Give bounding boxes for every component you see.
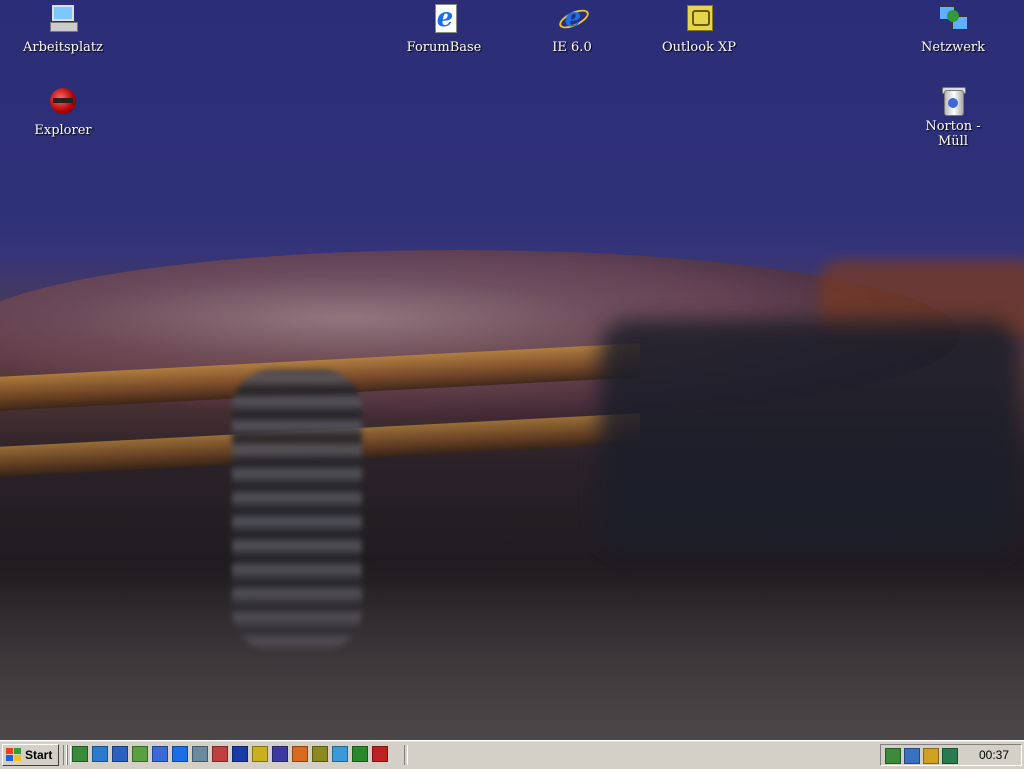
windows-logo-icon [6, 748, 22, 762]
shield-icon[interactable] [132, 746, 148, 762]
wallpaper-detail [600, 320, 1020, 550]
update-icon[interactable] [885, 748, 901, 764]
internet-explorer-icon: e [556, 2, 592, 34]
system-tray: 00:37 [880, 744, 1022, 766]
desktop-icon-arbeitsplatz[interactable]: Arbeitsplatz [18, 2, 108, 55]
start-label: Start [25, 748, 53, 762]
desktop-icon-label: Arbeitsplatz [23, 40, 103, 55]
desktop-icon-label: Netzwerk [920, 40, 986, 55]
desktop-wallpaper: Arbeitsplatz e ForumBase e IE 6.0 Outloo… [0, 0, 1024, 740]
desktop-icon-norton-muell[interactable]: Norton - Müll [908, 85, 998, 149]
tool-icon[interactable] [292, 746, 308, 762]
desktop-icon-explorer[interactable]: Explorer [18, 85, 108, 138]
desktop-icon-label: IE 6.0 [552, 40, 592, 55]
desktop-icon-label: ForumBase [406, 40, 482, 55]
game-icon[interactable] [372, 746, 388, 762]
notepad-icon[interactable] [152, 746, 168, 762]
explorer-icon [47, 85, 79, 117]
globe-icon[interactable] [92, 746, 108, 762]
search-icon[interactable] [312, 746, 328, 762]
monitor-icon[interactable] [904, 748, 920, 764]
clover-icon[interactable] [352, 746, 368, 762]
messenger-icon[interactable] [332, 746, 348, 762]
network-globe-icon[interactable] [942, 748, 958, 764]
wallpaper-haze [0, 560, 1024, 740]
taskbar-separator [404, 745, 408, 765]
internet-explorer-icon[interactable] [172, 746, 188, 762]
network-tool-icon[interactable] [192, 746, 208, 762]
clock[interactable]: 00:37 [979, 748, 1009, 762]
quick-launch-bar [72, 746, 388, 764]
show-desktop-icon[interactable] [72, 746, 88, 762]
taskbar: Start 00:37 [0, 740, 1024, 769]
desktop-icon-label: Norton - Müll [925, 119, 981, 149]
my-computer-icon [47, 2, 79, 34]
media-icon[interactable] [272, 746, 288, 762]
network-icon [937, 2, 969, 34]
desktop-icon-ie6[interactable]: e IE 6.0 [527, 2, 617, 55]
desktop-icon-forumbase[interactable]: e ForumBase [399, 2, 489, 55]
outlook-express-icon[interactable] [112, 746, 128, 762]
desktop-icon-outlook-xp[interactable]: Outlook XP [654, 2, 744, 55]
internet-page-icon: e [428, 2, 460, 34]
recycle-bin-icon [937, 85, 969, 117]
start-button[interactable]: Start [2, 744, 59, 766]
volume-icon[interactable] [923, 748, 939, 764]
desktop-icon-netzwerk[interactable]: Netzwerk [908, 2, 998, 55]
paint-icon[interactable] [212, 746, 228, 762]
desktop-icon-label: Outlook XP [661, 40, 737, 55]
desktop-icon-label: Explorer [34, 123, 92, 138]
outlook-icon [683, 2, 715, 34]
taskbar-separator [67, 745, 71, 765]
word-icon[interactable] [232, 746, 248, 762]
outlook-icon[interactable] [252, 746, 268, 762]
